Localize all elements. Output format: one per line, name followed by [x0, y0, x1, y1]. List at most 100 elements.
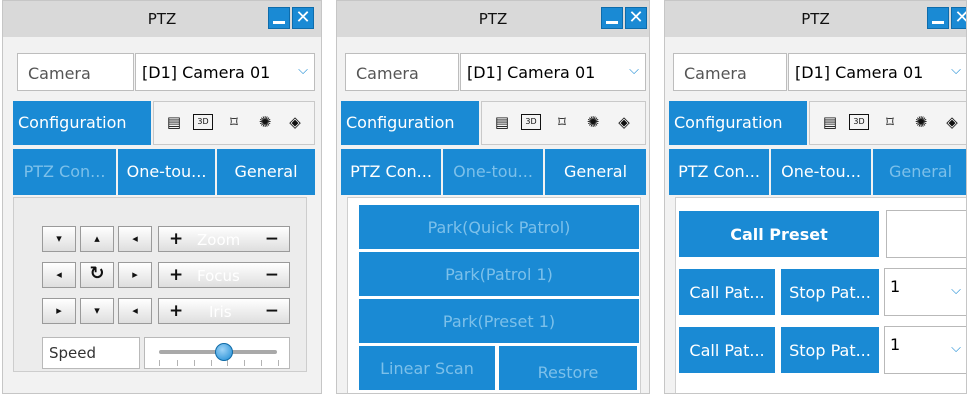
iris-plus-button[interactable]: +: [169, 301, 183, 321]
slider-tick: [261, 360, 262, 366]
speed-label: Speed: [42, 337, 140, 369]
zoom-label: Zoom: [197, 231, 241, 249]
down-right-arrow[interactable]: ◂: [118, 298, 152, 324]
call-preset-button[interactable]: Call Preset: [678, 210, 880, 258]
park-patrol-1-button[interactable]: Park(Patrol 1): [358, 251, 640, 297]
slider-tick: [244, 360, 245, 366]
slider-tick: [278, 360, 279, 366]
tab-one-touch[interactable]: One-tou...: [771, 149, 871, 195]
pattern-select-value: 1: [890, 335, 901, 354]
menu-icon[interactable]: ▤: [820, 112, 840, 132]
menu-icon[interactable]: ▤: [164, 112, 184, 132]
restore-button[interactable]: Restore: [498, 345, 638, 391]
minimize-icon[interactable]: [927, 7, 949, 29]
pattern-select[interactable]: 1 ⌵: [884, 326, 966, 374]
camera-select[interactable]: [D1] Camera 01 ⌵: [460, 53, 646, 91]
title-bar: PTZ ✕: [665, 1, 966, 37]
one-touch-area: Park(Quick Patrol) Park(Patrol 1) Park(P…: [347, 197, 641, 393]
focus-minus-button[interactable]: −: [265, 265, 279, 285]
wiper-icon[interactable]: ◈: [942, 112, 962, 132]
close-icon[interactable]: ✕: [625, 7, 647, 29]
up-arrow[interactable]: ▴: [80, 226, 114, 252]
window-title: PTZ: [801, 10, 830, 28]
tab-ptz-control[interactable]: PTZ Con...: [341, 149, 441, 195]
call-pattern-button[interactable]: Call Pat...: [678, 326, 776, 374]
zoom-area-icon[interactable]: ⌑: [552, 112, 572, 132]
ptz-panel-2: PTZ ✕ Camera [D1] Camera 01 ⌵ Configurat…: [336, 0, 650, 394]
park-quick-patrol-button[interactable]: Park(Quick Patrol): [358, 204, 640, 250]
tab-configuration[interactable]: Configuration: [13, 101, 151, 145]
ptz-tabs: PTZ Con... One-tou... General: [669, 149, 966, 195]
3d-icon[interactable]: 3D: [521, 114, 541, 130]
light-icon[interactable]: ✺: [583, 112, 603, 132]
focus-plus-button[interactable]: +: [169, 265, 183, 285]
stop-pattern-button[interactable]: Stop Pat...: [780, 326, 880, 374]
up-right-arrow[interactable]: ◂: [118, 226, 152, 252]
right-arrow[interactable]: ▸: [118, 262, 152, 288]
zoom-area-icon[interactable]: ⌑: [880, 112, 900, 132]
ptz-toolbar: ▤ 3D ⌑ ✺ ◈: [481, 101, 646, 145]
zoom-in-button[interactable]: +: [169, 229, 183, 249]
minimize-icon[interactable]: [601, 7, 623, 29]
zoom-out-button[interactable]: −: [265, 229, 279, 249]
linear-scan-button[interactable]: Linear Scan: [358, 345, 496, 391]
chevron-down-icon: ⌵: [629, 63, 639, 78]
ptz-control-area: ▾ ▴ ◂ ◂ ↻ ▸ ▸ ▾ ◂ + Zoom − + Focus − + I…: [13, 197, 307, 372]
patrol-select[interactable]: 1 ⌵: [884, 268, 966, 316]
menu-icon[interactable]: ▤: [492, 112, 512, 132]
close-icon[interactable]: ✕: [951, 7, 966, 29]
tab-one-touch[interactable]: One-tou...: [118, 149, 215, 195]
ptz-tabs: PTZ Con... One-tou... General: [341, 149, 646, 195]
camera-label: Camera: [345, 53, 459, 91]
tab-general[interactable]: General: [545, 149, 646, 195]
wiper-icon[interactable]: ◈: [614, 112, 634, 132]
call-patrol-button[interactable]: Call Pat...: [678, 268, 776, 316]
tab-configuration[interactable]: Configuration: [669, 101, 807, 145]
camera-label: Camera: [673, 53, 787, 91]
tab-ptz-control[interactable]: PTZ Con...: [669, 149, 769, 195]
wiper-icon[interactable]: ◈: [285, 112, 305, 132]
light-icon[interactable]: ✺: [911, 112, 931, 132]
patrol-select-value: 1: [890, 277, 901, 296]
up-left-arrow[interactable]: ▾: [42, 226, 76, 252]
iris-minus-button[interactable]: −: [265, 301, 279, 321]
ptz-panel-3: PTZ ✕ Camera [D1] Camera 01 ⌵ Configurat…: [664, 0, 967, 394]
chevron-down-icon: ⌵: [298, 63, 308, 78]
ptz-toolbar: ▤ 3D ⌑ ✺ ◈: [153, 101, 315, 145]
left-arrow[interactable]: ◂: [42, 262, 76, 288]
light-icon[interactable]: ✺: [255, 112, 275, 132]
auto-scan-icon[interactable]: ↻: [80, 262, 114, 288]
iris-control: + Iris −: [158, 298, 290, 324]
slider-tick: [177, 360, 178, 366]
tab-ptz-control[interactable]: PTZ Con...: [13, 149, 116, 195]
preset-number-field[interactable]: [886, 210, 966, 258]
minimize-icon[interactable]: [268, 7, 290, 29]
tab-one-touch[interactable]: One-tou...: [443, 149, 543, 195]
focus-control: + Focus −: [158, 262, 290, 288]
down-left-arrow[interactable]: ▸: [42, 298, 76, 324]
zoom-control: + Zoom −: [158, 226, 290, 252]
close-icon[interactable]: ✕: [292, 7, 314, 29]
slider-tick: [211, 360, 212, 366]
tab-configuration[interactable]: Configuration: [341, 101, 479, 145]
tab-general[interactable]: General: [217, 149, 315, 195]
3d-icon[interactable]: 3D: [193, 114, 213, 130]
3d-icon[interactable]: 3D: [849, 114, 869, 130]
down-arrow[interactable]: ▾: [80, 298, 114, 324]
camera-select[interactable]: [D1] Camera 01 ⌵: [135, 53, 315, 91]
stop-patrol-button[interactable]: Stop Pat...: [780, 268, 880, 316]
general-area: Call Preset Call Pat... Stop Pat... 1 ⌵ …: [675, 197, 966, 393]
zoom-area-icon[interactable]: ⌑: [224, 112, 244, 132]
slider-ticks: [159, 360, 279, 366]
park-preset-1-button[interactable]: Park(Preset 1): [358, 298, 640, 344]
camera-select[interactable]: [D1] Camera 01 ⌵: [788, 53, 966, 91]
iris-label: Iris: [209, 303, 232, 321]
speed-slider[interactable]: [144, 337, 290, 369]
chevron-down-icon: ⌵: [951, 283, 961, 298]
tab-general[interactable]: General: [873, 149, 966, 195]
camera-select-value: [D1] Camera 01: [142, 63, 271, 82]
title-bar: PTZ ✕: [3, 1, 321, 37]
camera-select-value: [D1] Camera 01: [467, 63, 596, 82]
chevron-down-icon: ⌵: [951, 341, 961, 356]
slider-knob[interactable]: [214, 343, 233, 361]
